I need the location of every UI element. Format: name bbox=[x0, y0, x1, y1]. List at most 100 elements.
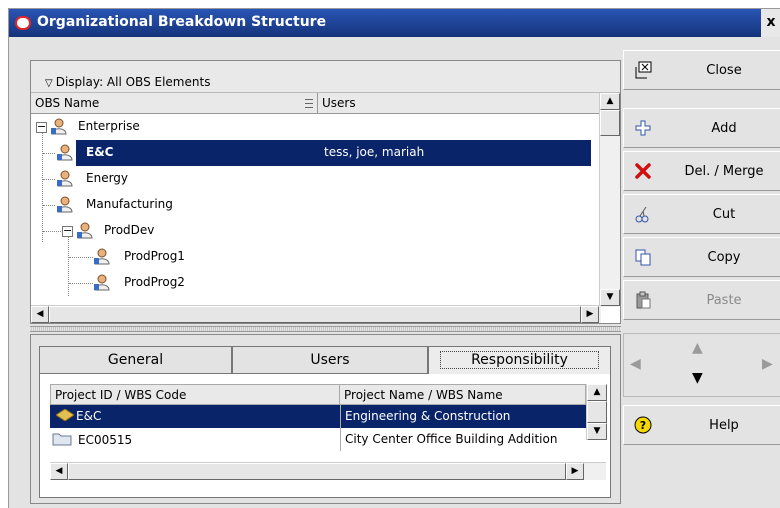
cut-button-label: Cut bbox=[712, 207, 736, 222]
tree-node-label: E&C bbox=[76, 140, 318, 166]
column-header-label: Project ID / WBS Code bbox=[55, 388, 187, 402]
scroll-up-arrow-icon[interactable]: ▲ bbox=[600, 93, 620, 110]
tree-node-label: Manufacturing bbox=[86, 197, 173, 211]
paste-button-label: Paste bbox=[706, 293, 742, 308]
grid-row-ec[interactable]: E&C Engineering & Construction bbox=[50, 405, 588, 428]
close-button-label: Close bbox=[706, 63, 742, 78]
obs-person-icon bbox=[57, 196, 73, 213]
scroll-thumb[interactable] bbox=[587, 401, 607, 423]
tree-row-ec[interactable]: E&C tess, joe, mariah bbox=[31, 140, 591, 166]
grid-row-ec00515[interactable]: EC00515 City Center Office Building Addi… bbox=[50, 428, 588, 451]
copy-button[interactable]: Copy bbox=[623, 237, 780, 277]
collapse-icon[interactable]: − bbox=[36, 121, 47, 133]
copy-button-label: Copy bbox=[707, 250, 741, 265]
move-nav-pad: ◀ ▲ ▼ ▶ bbox=[623, 333, 780, 397]
scroll-left-arrow-icon[interactable]: ◀ bbox=[31, 306, 49, 323]
scroll-down-arrow-icon[interactable]: ▼ bbox=[587, 423, 607, 440]
scroll-thumb[interactable] bbox=[600, 110, 620, 136]
scroll-up-arrow-icon[interactable]: ▲ bbox=[587, 384, 607, 401]
display-filter-bar[interactable]: ▽ Display: All OBS Elements bbox=[31, 61, 620, 93]
obs-person-icon bbox=[77, 222, 93, 239]
tree-row-energy[interactable]: Energy bbox=[31, 166, 591, 192]
tree-node-label: ProdProg2 bbox=[124, 275, 185, 289]
scroll-right-arrow-icon[interactable]: ▶ bbox=[566, 463, 584, 480]
tree-connector bbox=[43, 179, 55, 180]
title-bar[interactable]: Organizational Breakdown Structure x bbox=[9, 9, 780, 37]
project-folder-icon bbox=[52, 433, 72, 446]
move-down-arrow-icon[interactable]: ▼ bbox=[692, 370, 703, 386]
help-question-icon: ? bbox=[634, 416, 652, 434]
column-header-project-name[interactable]: Project Name / WBS Name bbox=[340, 384, 586, 405]
plus-icon bbox=[635, 120, 651, 136]
tree-connector bbox=[69, 283, 93, 284]
tree-row-manufacturing[interactable]: Manufacturing bbox=[31, 192, 591, 218]
move-right-arrow-icon[interactable]: ▶ bbox=[762, 356, 773, 372]
column-header-project-id[interactable]: Project ID / WBS Code bbox=[50, 384, 340, 405]
grid-code-label: E&C bbox=[76, 409, 102, 423]
collapse-icon[interactable]: − bbox=[62, 225, 73, 237]
tree-node-label: Energy bbox=[86, 171, 129, 185]
cut-button[interactable]: Cut bbox=[623, 194, 780, 234]
tree-node-users: tess, joe, mariah bbox=[318, 140, 591, 166]
grid-code-label: EC00515 bbox=[78, 433, 133, 447]
tab-users[interactable]: Users bbox=[232, 346, 428, 374]
tree-node-label: Enterprise bbox=[78, 119, 140, 133]
tree-row-prodprog1[interactable]: ProdProg1 bbox=[31, 244, 591, 270]
obs-dialog: Organizational Breakdown Structure x ▽ Di… bbox=[8, 8, 780, 508]
del-merge-button-label: Del. / Merge bbox=[684, 164, 764, 179]
copy-icon bbox=[635, 249, 651, 266]
column-header-label: Project Name / WBS Name bbox=[344, 388, 503, 402]
details-tabs: General Users Responsibility bbox=[39, 346, 611, 374]
move-up-arrow-icon[interactable]: ▲ bbox=[692, 340, 703, 356]
tab-general[interactable]: General bbox=[39, 346, 232, 374]
tree-node-users bbox=[318, 114, 591, 140]
tree-row-enterprise[interactable]: − Enterprise bbox=[31, 114, 591, 140]
column-header-label: Users bbox=[322, 96, 356, 110]
grid-vertical-scrollbar[interactable]: ▲ ▼ bbox=[586, 384, 607, 440]
obs-person-icon bbox=[51, 118, 67, 135]
help-button[interactable]: ? Help bbox=[623, 405, 780, 445]
add-button[interactable]: Add bbox=[623, 108, 780, 148]
display-filter[interactable]: ▽ Display: All OBS Elements bbox=[45, 75, 210, 89]
tab-label: Users bbox=[310, 352, 350, 368]
tree-row-prodprog2[interactable]: ProdProg2 bbox=[31, 270, 591, 296]
tree-row-proddev[interactable]: − ProdDev bbox=[31, 218, 591, 244]
grid-horizontal-scrollbar[interactable]: ◀ ▶ bbox=[50, 462, 606, 480]
tree-connector bbox=[43, 153, 55, 154]
tree-connector bbox=[43, 231, 63, 232]
column-header-obs-name[interactable]: OBS Name bbox=[31, 93, 318, 114]
paste-button[interactable]: Paste bbox=[623, 280, 780, 320]
del-merge-button[interactable]: Del. / Merge bbox=[623, 151, 780, 191]
tree-vertical-scrollbar[interactable]: ▲ ▼ bbox=[599, 93, 620, 307]
obs-tree-panel: ▽ Display: All OBS Elements OBS Name User… bbox=[30, 60, 621, 324]
move-left-arrow-icon[interactable]: ◀ bbox=[630, 356, 641, 372]
tab-label: General bbox=[107, 352, 164, 368]
chevron-down-icon: ▽ bbox=[45, 78, 53, 89]
obs-person-icon bbox=[57, 144, 73, 161]
column-header-users[interactable]: Users bbox=[318, 93, 600, 114]
responsibility-grid: Project ID / WBS Code Project Name / WBS… bbox=[39, 374, 611, 498]
panel-splitter[interactable] bbox=[30, 326, 621, 332]
obs-person-icon bbox=[94, 248, 110, 265]
scroll-thumb[interactable] bbox=[68, 463, 566, 480]
obs-person-icon bbox=[94, 274, 110, 291]
scroll-left-arrow-icon[interactable]: ◀ bbox=[50, 463, 68, 480]
grid-cell-code: EC00515 bbox=[50, 428, 340, 451]
obs-tree: − Enterprise E&C tess, joe, mariah Energ… bbox=[31, 114, 591, 307]
window-close-button[interactable]: x bbox=[761, 9, 780, 37]
scroll-thumb[interactable] bbox=[49, 306, 581, 323]
tab-responsibility[interactable]: Responsibility bbox=[428, 346, 611, 374]
eps-diamond-icon bbox=[55, 408, 75, 422]
scroll-right-arrow-icon[interactable]: ▶ bbox=[581, 306, 599, 323]
obs-person-icon bbox=[57, 170, 73, 187]
delete-x-icon bbox=[635, 163, 651, 179]
help-button-label: Help bbox=[709, 418, 739, 433]
tree-node-label: ProdDev bbox=[104, 223, 155, 237]
close-button[interactable]: Close bbox=[623, 50, 780, 90]
sort-icon bbox=[305, 99, 313, 108]
scroll-down-arrow-icon[interactable]: ▼ bbox=[600, 289, 620, 306]
grid-cell-code: E&C bbox=[50, 405, 340, 428]
tree-horizontal-scrollbar[interactable]: ◀ ▶ bbox=[31, 305, 601, 323]
paste-clipboard-icon bbox=[636, 291, 651, 309]
column-header-label: OBS Name bbox=[35, 96, 100, 110]
